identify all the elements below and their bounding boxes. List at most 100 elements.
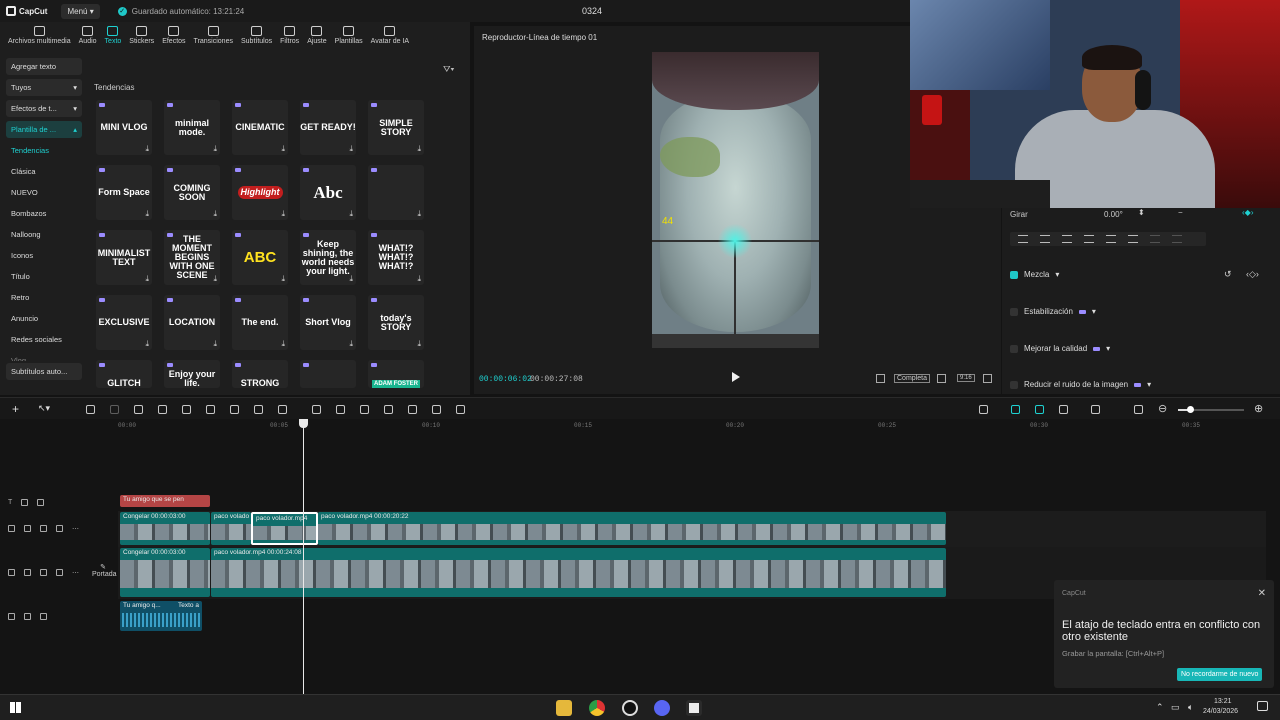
templates-dropdown[interactable]: Plantilla de ... ▴: [6, 121, 82, 138]
tab-transiciones[interactable]: Transiciones: [190, 22, 237, 50]
text-template-tile[interactable]: SIMPLE STORY ⤓: [368, 100, 424, 155]
tab-avatar-de-ia[interactable]: Avatar de IA: [367, 22, 413, 50]
reset-icon[interactable]: ↺: [1224, 269, 1232, 280]
keyframe-icon[interactable]: ‹◆›: [1242, 208, 1253, 217]
download-icon[interactable]: ⤓: [349, 145, 353, 153]
crop-icon[interactable]: [937, 374, 946, 383]
capcut-taskbar-icon[interactable]: [686, 700, 702, 716]
tab-efectos[interactable]: Efectos: [158, 22, 189, 50]
clock-time[interactable]: 13:21: [1214, 698, 1232, 705]
subcategory-item[interactable]: NUEVO: [6, 184, 82, 201]
download-icon[interactable]: ⤓: [349, 210, 353, 218]
download-icon[interactable]: ⤓: [213, 275, 217, 283]
split-left-icon[interactable]: [158, 405, 167, 414]
speaker-icon[interactable]: [40, 613, 47, 620]
auto-cut-icon[interactable]: [456, 405, 465, 414]
clock-date[interactable]: 24/03/2026: [1203, 708, 1238, 715]
text-template-tile[interactable]: EXCLUSIVE ⤓: [96, 295, 152, 350]
text-template-tile[interactable]: Highlight ⤓: [232, 165, 288, 220]
obs-icon[interactable]: [622, 700, 638, 716]
magic-icon[interactable]: [384, 405, 393, 414]
text-template-tile[interactable]: GLITCH: [96, 360, 152, 388]
lock-icon[interactable]: [24, 569, 31, 576]
chrome-icon[interactable]: [589, 700, 605, 716]
subcategory-item[interactable]: Nalloong: [6, 226, 82, 243]
video-clip[interactable]: paco volado: [211, 512, 251, 545]
zoom-out-icon[interactable]: ⊖: [1158, 402, 1167, 415]
rotate-value[interactable]: 0.00°: [1104, 210, 1123, 219]
tray-chevron-icon[interactable]: ⌃: [1156, 702, 1164, 713]
play-icon[interactable]: [732, 372, 740, 382]
align-left-icon[interactable]: [1018, 235, 1028, 243]
align-v-dist-icon[interactable]: [1172, 235, 1182, 243]
subcategory-item[interactable]: Iconos: [6, 247, 82, 264]
freeze-icon[interactable]: [312, 405, 321, 414]
add-text-button[interactable]: Agregar texto: [6, 58, 82, 75]
download-icon[interactable]: ⤓: [417, 145, 421, 153]
subcategory-item[interactable]: Vlog: [6, 352, 82, 361]
dont-remind-button[interactable]: No recordarme de nuevo: [1177, 668, 1263, 681]
eye-icon[interactable]: [40, 525, 47, 532]
text-template-tile[interactable]: GET READY! ⤓: [300, 100, 356, 155]
tab-filtros[interactable]: Filtros: [276, 22, 303, 50]
subcategory-item[interactable]: Redes sociales: [6, 331, 82, 348]
download-icon[interactable]: ⤓: [417, 340, 421, 348]
download-icon[interactable]: ⤓: [281, 145, 285, 153]
crop-tool-icon[interactable]: [254, 405, 263, 414]
text-template-tile[interactable]: Keep shining, the world needs your light…: [300, 230, 356, 285]
text-template-tile[interactable]: minimal mode. ⤓: [164, 100, 220, 155]
text-template-tile[interactable]: CINEMATIC ⤓: [232, 100, 288, 155]
align-bottom-icon[interactable]: [1128, 235, 1138, 243]
caption-track-icon[interactable]: [1134, 405, 1143, 414]
cover-button[interactable]: ✎ Portada: [92, 563, 117, 585]
text-template-tile[interactable]: Abc ⤓: [300, 165, 356, 220]
stabilization-toggle[interactable]: Estabilización ▾: [1010, 307, 1096, 316]
subcategory-item[interactable]: Bombazos: [6, 205, 82, 222]
tab-stickers[interactable]: Stickers: [125, 22, 158, 50]
snapshot-icon[interactable]: [876, 374, 885, 383]
shield-icon[interactable]: [230, 405, 239, 414]
add-icon[interactable]: +: [12, 402, 19, 416]
keyframe-outline-icon[interactable]: ‹◇›: [1246, 269, 1259, 280]
text-template-tile[interactable]: LOCATION ⤓: [164, 295, 220, 350]
select-tool-icon[interactable]: ↖▾: [38, 403, 50, 414]
tab-plantillas[interactable]: Plantillas: [331, 22, 367, 50]
tab-archivos-multimedia[interactable]: Archivos multimedia: [4, 22, 75, 50]
link-icon[interactable]: [1035, 405, 1044, 414]
playhead[interactable]: [303, 419, 304, 694]
download-icon[interactable]: ⤓: [213, 210, 217, 218]
text-template-tile[interactable]: today's STORY ⤓: [368, 295, 424, 350]
text-clip[interactable]: Tu amigo que se pen: [120, 495, 210, 507]
subcategory-item[interactable]: Tendencias: [6, 142, 82, 159]
chain-icon[interactable]: [1059, 405, 1068, 414]
more-icon[interactable]: ⋯: [72, 569, 79, 577]
selected-video-clip[interactable]: paco volador.mp4: [251, 512, 318, 545]
main-video-clip[interactable]: paco volador.mp4 00:00:24:08: [211, 548, 946, 597]
minus-icon[interactable]: −: [1178, 208, 1183, 217]
quality-button[interactable]: Completa: [894, 374, 930, 383]
lock-icon[interactable]: [24, 525, 31, 532]
align-right-icon[interactable]: [1062, 235, 1072, 243]
text-template-tile[interactable]: ADAM FOSTER: [368, 360, 424, 388]
text-template-tile[interactable]: [300, 360, 356, 388]
microphone-icon[interactable]: [979, 405, 988, 414]
subcategory-item[interactable]: Anuncio: [6, 310, 82, 327]
text-template-tile[interactable]: Enjoy your life.: [164, 360, 220, 388]
redo-icon[interactable]: [110, 405, 119, 414]
subcategory-item[interactable]: Retro: [6, 289, 82, 306]
download-icon[interactable]: ⤓: [213, 340, 217, 348]
download-icon[interactable]: ⤓: [281, 340, 285, 348]
download-icon[interactable]: ⤓: [145, 340, 149, 348]
video-clip[interactable]: paco volador.mp4 00:00:20:22: [318, 512, 946, 545]
more-icon[interactable]: ⋯: [72, 525, 79, 533]
zoom-slider-handle[interactable]: [1187, 406, 1194, 413]
auto-subtitles-button[interactable]: Subtítulos auto...: [6, 363, 82, 380]
video-preview[interactable]: 44: [652, 52, 819, 348]
image-icon[interactable]: [432, 405, 441, 414]
split-icon[interactable]: [134, 405, 143, 414]
text-template-tile[interactable]: MINIMALIST TEXT ⤓: [96, 230, 152, 285]
stepper-icon[interactable]: ⬍: [1138, 208, 1145, 217]
download-icon[interactable]: ⤓: [349, 275, 353, 283]
tab-audio[interactable]: Audio: [75, 22, 101, 50]
tab-ajuste[interactable]: Ajuste: [303, 22, 330, 50]
